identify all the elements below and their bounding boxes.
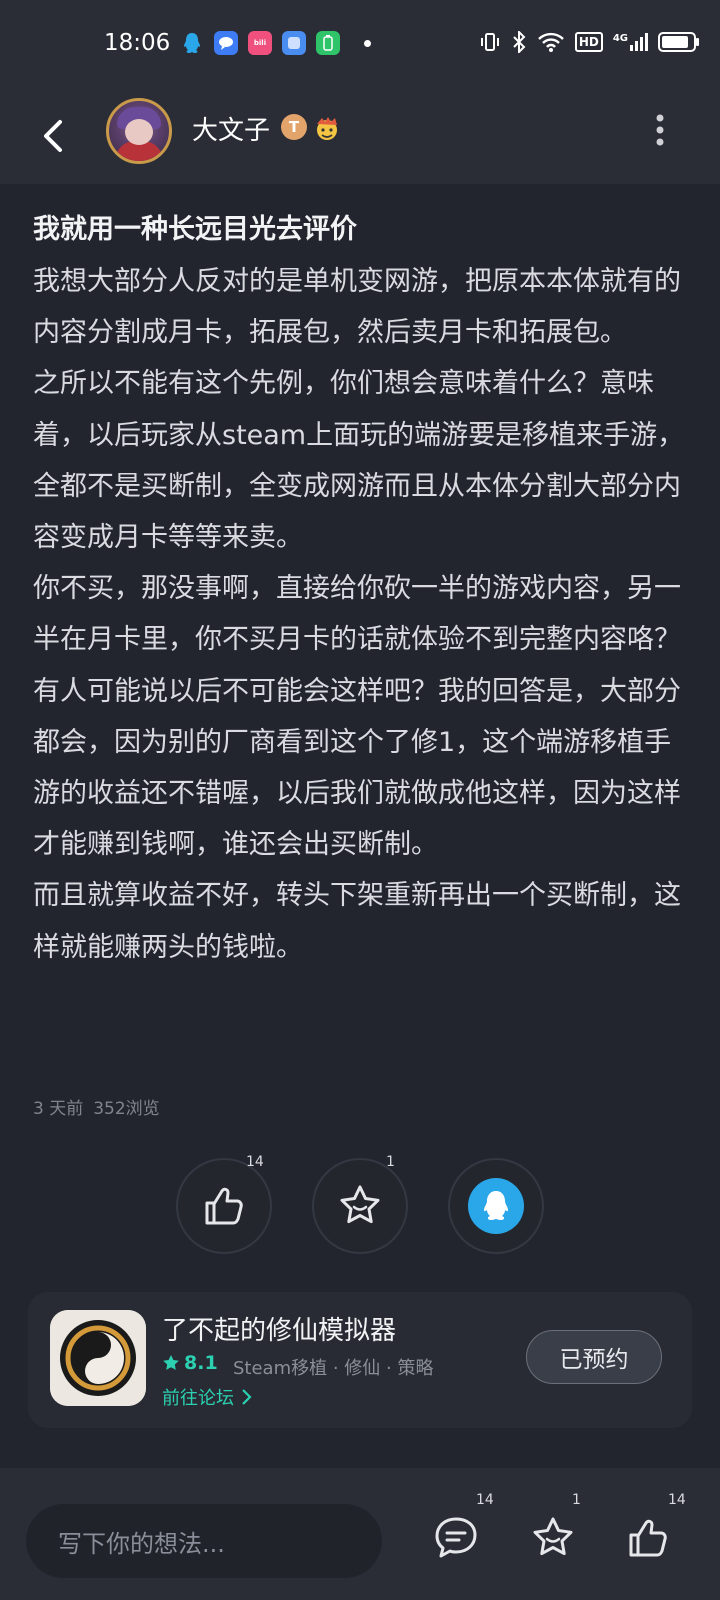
wifi-icon [537, 32, 564, 52]
more-options-icon[interactable] [654, 112, 666, 148]
favorite-button[interactable]: 1 [312, 1154, 408, 1254]
share-qq-button[interactable] [448, 1158, 544, 1254]
game-card[interactable]: 了不起的修仙模拟器 8.1 Steam移植 · 修仙 · 策略 前往论坛 已预约 [28, 1292, 692, 1428]
bottom-favorite-count: 1 [572, 1492, 581, 1508]
post-meta: 3 天前 352浏览 [33, 1094, 160, 1119]
reserved-button[interactable]: 已预约 [526, 1330, 662, 1384]
post-paragraph: 我想大部分人反对的是单机变网游，把原本本体就有的内容分割成月卡，拓展包，然后卖月… [33, 266, 681, 349]
post-paragraph: 之所以不能有这个先例，你们想会意味着什么？意味着，以后玩家从steam上面玩的端… [33, 368, 685, 554]
comment-icon [435, 1517, 477, 1558]
notification-icons: bili [180, 31, 371, 55]
battery-icon [658, 32, 699, 52]
system-status-icons: HD 4G [479, 31, 699, 53]
more-notifications-dot [364, 39, 371, 47]
comment-button[interactable] [430, 1512, 482, 1564]
post-actions: 14 1 [0, 1154, 720, 1254]
emoji-badge-icon [317, 117, 337, 140]
network-type: 4G [612, 33, 628, 44]
game-logo-icon[interactable] [50, 1310, 146, 1406]
qq-icon [180, 31, 204, 55]
comment-count: 14 [476, 1492, 494, 1508]
post-title: 我就用一种长远目光去评价 [33, 214, 357, 245]
forum-link-label[interactable]: 前往论坛 [162, 1384, 234, 1410]
username[interactable]: 大文子 [192, 110, 270, 147]
like-count: 14 [246, 1154, 264, 1170]
bottom-favorite-button[interactable] [527, 1512, 579, 1564]
thumbs-up-icon [629, 1519, 667, 1557]
thumbs-up-icon [205, 1187, 243, 1225]
forum-link[interactable]: 前往论坛 [162, 1384, 252, 1410]
post-body: 我想大部分人反对的是单机变网游，把原本本体就有的内容分割成月卡，拓展包，然后卖月… [33, 256, 695, 973]
post-time: 3 天前 [33, 1099, 84, 1119]
post-paragraph: 而且就算收益不好，转头下架重新再出一个买断制，这样就能赚两头的钱啦。 [33, 880, 681, 963]
favorite-count: 1 [386, 1154, 395, 1170]
battery-app-icon [316, 31, 340, 55]
signal-icon: 4G [613, 33, 648, 51]
status-bar: 18:06 bili HD 4G [0, 0, 720, 92]
user-level-badge: T [281, 114, 307, 140]
bilibili-icon: bili [248, 31, 272, 55]
post-paragraph: 你不买，那没事啊，直接给你砍一半的游戏内容，另一半在月卡里，你不买月卡的话就体验… [33, 573, 681, 861]
bluetooth-icon [513, 31, 526, 53]
chevron-right-icon [242, 1389, 252, 1405]
rating-value: 8.1 [184, 1352, 218, 1374]
header: 大文子 T [0, 92, 720, 184]
game-title[interactable]: 了不起的修仙模拟器 [162, 1310, 396, 1347]
vibrate-icon [480, 33, 499, 51]
star-face-icon [340, 1185, 380, 1224]
post-views: 352浏览 [93, 1099, 160, 1119]
app-icon [282, 31, 306, 55]
bottom-like-count: 14 [668, 1492, 686, 1508]
bottom-bar: 写下你的想法... 14 1 14 [0, 1468, 720, 1600]
back-arrow-icon[interactable] [38, 114, 70, 158]
hd-icon: HD [574, 32, 603, 52]
bottom-like-button[interactable] [622, 1512, 674, 1564]
comment-input[interactable]: 写下你的想法... [26, 1504, 382, 1578]
avatar[interactable] [106, 98, 172, 164]
like-button[interactable]: 14 [176, 1154, 272, 1254]
chat-bubble-icon [214, 31, 238, 55]
star-face-icon [533, 1517, 573, 1556]
qq-share-icon [468, 1178, 524, 1234]
game-tags: Steam移植 · 修仙 · 策略 [233, 1358, 434, 1379]
status-time: 18:06 [104, 30, 171, 56]
game-rating: 8.1 [162, 1352, 218, 1374]
star-icon [163, 1355, 179, 1370]
